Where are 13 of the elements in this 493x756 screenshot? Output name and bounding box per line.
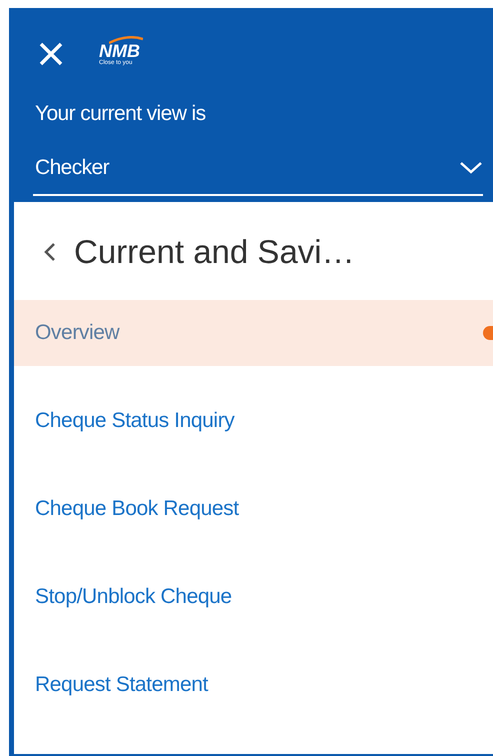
chevron-down-icon xyxy=(459,161,483,175)
back-button[interactable]: Current and Savi… xyxy=(14,202,493,280)
menu-item[interactable]: Overview xyxy=(14,300,493,366)
close-icon xyxy=(38,41,64,67)
menu-item[interactable]: Cheque Book Request xyxy=(14,476,493,542)
menu-item[interactable]: Request Statement xyxy=(14,652,493,718)
logo-text: NMB xyxy=(99,42,140,60)
menu-item[interactable]: Cheque Status Inquiry xyxy=(14,388,493,454)
swoosh-icon xyxy=(109,36,143,44)
menu-item[interactable]: Stop/Unblock Cheque xyxy=(14,564,493,630)
view-label: Your current view is xyxy=(35,102,206,126)
view-select[interactable]: Checker xyxy=(33,156,483,196)
chevron-left-icon xyxy=(44,242,56,262)
